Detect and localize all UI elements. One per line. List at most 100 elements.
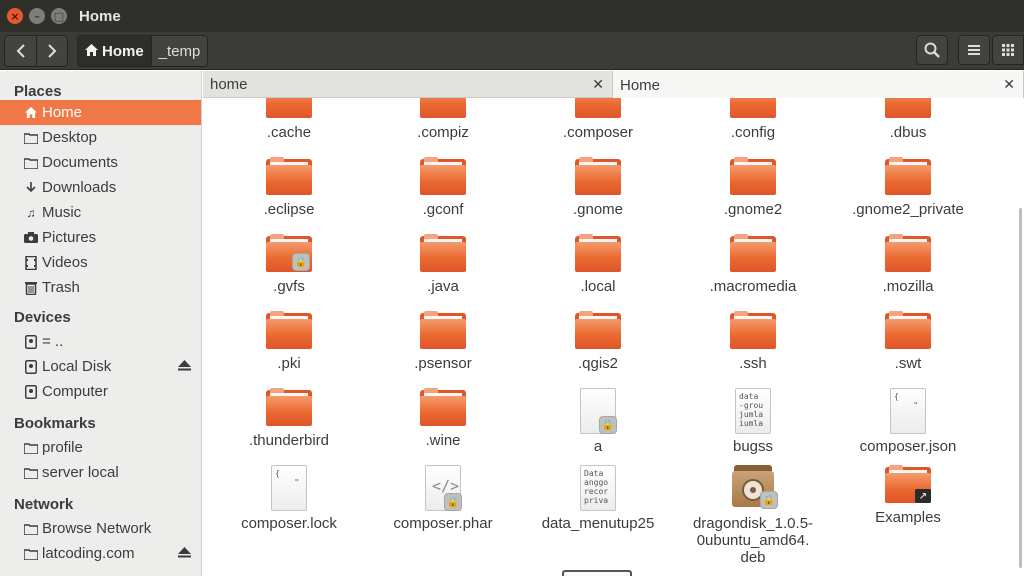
file-item[interactable]: .gnome — [528, 157, 668, 218]
downloads-icon — [24, 181, 38, 195]
sidebar-item-profile[interactable]: profile — [0, 435, 201, 460]
file-item[interactable]: .ssh — [683, 311, 823, 372]
sidebar-item-trash[interactable]: Trash — [0, 275, 201, 300]
file-item[interactable]: .compiz — [373, 98, 513, 141]
desktop-icon — [24, 131, 38, 145]
sidebar-item-pictures[interactable]: Pictures — [0, 225, 201, 250]
file-item[interactable]: .config — [683, 98, 823, 141]
file-item[interactable]: .cache — [219, 98, 359, 141]
file-item[interactable]: .local — [528, 234, 668, 295]
file-name: .local — [580, 278, 616, 295]
menu-icon — [968, 45, 980, 55]
grid-icon — [1002, 44, 1014, 56]
file-name: .compiz — [417, 124, 469, 141]
sidebar-item-latcoding[interactable]: latcoding.com — [0, 541, 201, 566]
sidebar-item-label: = .. — [42, 333, 64, 350]
file-item[interactable]: .composer — [528, 98, 668, 141]
close-window-button[interactable]: × — [7, 8, 23, 24]
forward-button[interactable] — [36, 36, 67, 66]
eject-icon[interactable] — [178, 547, 191, 561]
file-name: composer.json — [859, 438, 957, 455]
places-heading: Places — [14, 83, 62, 100]
grid-view-button[interactable] — [992, 35, 1024, 65]
sidebar-item-browse-network[interactable]: Browse Network — [0, 516, 201, 541]
title-bar: × – □ Home — [0, 0, 1024, 32]
folder-icon — [885, 234, 931, 272]
sidebar: Places Home Desktop Documents Downloads … — [0, 71, 202, 576]
file-name: .gconf — [422, 201, 464, 218]
chevron-left-icon — [16, 44, 25, 58]
folder-icon — [885, 157, 931, 195]
close-icon[interactable]: ✕ — [592, 76, 604, 93]
close-icon[interactable]: ✕ — [1003, 76, 1015, 93]
scrollbar[interactable] — [1019, 208, 1022, 568]
file-name: dragondisk_1.0.5- 0ubuntu_amd64. deb — [692, 515, 814, 566]
folder-icon — [575, 311, 621, 349]
file-item[interactable]: 🔒 dragondisk_1.0.5- 0ubuntu_amd64. deb — [683, 465, 823, 566]
file-item[interactable]: { " composer.json — [838, 388, 978, 455]
sidebar-item-downloads[interactable]: Downloads — [0, 175, 201, 200]
file-item[interactable]: .swt — [838, 311, 978, 372]
back-button[interactable] — [5, 36, 36, 66]
file-item[interactable]: .pki — [219, 311, 359, 372]
home-icon — [24, 106, 38, 120]
folder-icon — [420, 98, 466, 118]
file-item[interactable]: 🔒 .gvfs — [219, 234, 359, 295]
file-item[interactable]: 🔒 a — [528, 388, 668, 455]
tab-home[interactable]: Home ✕ — [612, 71, 1024, 99]
file-name: a — [593, 438, 603, 455]
file-item[interactable]: .java — [373, 234, 513, 295]
lock-icon: 🔒 — [444, 493, 462, 511]
file-item[interactable]: .eclipse — [219, 157, 359, 218]
file-name: .macromedia — [709, 278, 797, 295]
file-item[interactable]: ↗ Examples — [838, 465, 978, 526]
file-item[interactable]: .gnome2_private — [838, 157, 978, 218]
file-item[interactable]: .gnome2 — [683, 157, 823, 218]
file-item[interactable]: </> 🔒 composer.phar — [373, 465, 513, 532]
breadcrumb-home[interactable]: Home — [78, 36, 151, 66]
sidebar-item-label: Downloads — [42, 179, 117, 196]
maximize-window-button[interactable]: □ — [51, 8, 67, 24]
file-item[interactable]: Data anggo recor priva data_menutup25 — [528, 465, 668, 532]
sidebar-item-computer[interactable]: Computer — [0, 379, 201, 404]
file-item[interactable]: .mozilla — [838, 234, 978, 295]
file-item[interactable]: .dbus — [838, 98, 978, 141]
link-arrow-icon: ↗ — [915, 489, 931, 503]
sidebar-item-drive[interactable]: = .. — [0, 329, 201, 354]
folder-icon — [266, 388, 312, 426]
file-item[interactable]: .qgis2 — [528, 311, 668, 372]
list-view-button[interactable] — [958, 35, 990, 65]
file-name: .composer — [562, 124, 634, 141]
folder-icon — [885, 98, 931, 118]
sidebar-item-documents[interactable]: Documents — [0, 150, 201, 175]
sidebar-item-label: Desktop — [42, 129, 98, 146]
tab-bar: home ✕ Home ✕ — [203, 71, 1024, 99]
document-icon: </> 🔒 — [425, 465, 462, 511]
sidebar-item-music[interactable]: ♫ Music — [0, 200, 201, 225]
file-item[interactable]: .psensor — [373, 311, 513, 372]
sidebar-item-label: Music — [42, 204, 82, 221]
file-item[interactable]: .thunderbird — [219, 388, 359, 449]
sidebar-item-local-disk[interactable]: Local Disk — [0, 354, 201, 379]
search-button[interactable] — [916, 35, 948, 65]
sidebar-item-label: Videos — [42, 254, 88, 271]
sidebar-item-desktop[interactable]: Desktop — [0, 125, 201, 150]
file-grid: .cache .compiz .composer .config .dbus .eclip… — [203, 98, 1024, 576]
breadcrumb-temp[interactable]: _temp — [150, 36, 208, 66]
file-item[interactable]: { " composer.lock — [219, 465, 359, 532]
sidebar-item-server-local[interactable]: server local — [0, 460, 201, 485]
tab-home-lower[interactable]: home ✕ — [203, 71, 612, 98]
sidebar-item-label: profile — [42, 439, 83, 456]
drive-icon — [24, 359, 38, 374]
eject-icon[interactable] — [178, 360, 191, 374]
minimize-window-button[interactable]: – — [29, 8, 45, 24]
file-item[interactable]: .wine — [373, 388, 513, 449]
file-item[interactable]: .macromedia — [683, 234, 823, 295]
file-item[interactable]: .gconf — [373, 157, 513, 218]
folder-icon — [730, 234, 776, 272]
sidebar-item-home[interactable]: Home — [0, 100, 201, 125]
file-item[interactable]: data -grou jumla iumla bugss — [683, 388, 823, 455]
lock-icon: 🔒 — [292, 253, 310, 271]
document-icon: { " — [890, 388, 926, 434]
sidebar-item-videos[interactable]: Videos — [0, 250, 201, 275]
